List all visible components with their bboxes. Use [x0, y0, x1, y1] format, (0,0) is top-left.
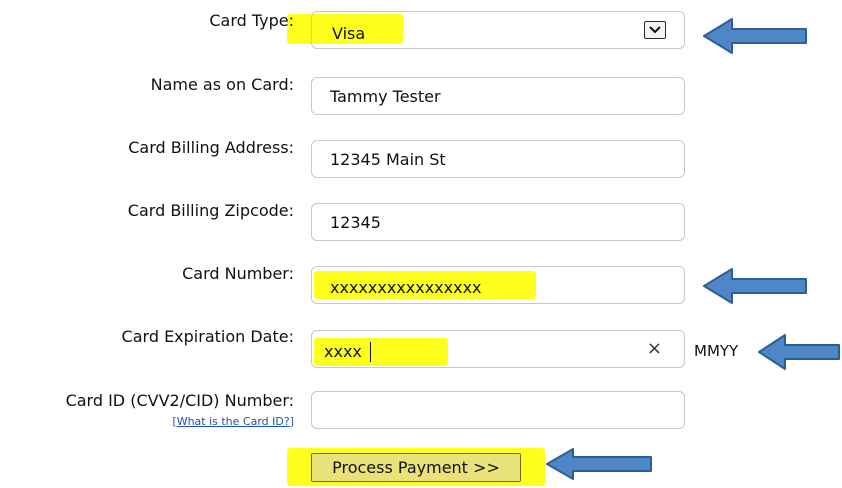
process-payment-button[interactable]: Process Payment >> — [311, 453, 521, 482]
expiration-date-label: Card Expiration Date: — [121, 327, 294, 346]
chevron-down-icon[interactable] — [644, 21, 666, 39]
expiration-date-value: xxxx — [324, 342, 362, 361]
card-id-help: [What is the Card ID?] — [172, 415, 294, 429]
card-type-label: Card Type: — [209, 11, 294, 30]
arrow-left-icon — [703, 18, 807, 54]
text-caret — [370, 342, 371, 362]
clear-icon[interactable]: × — [647, 339, 662, 359]
card-number-label: Card Number: — [182, 264, 294, 283]
expiration-date-input[interactable]: xxxx × — [311, 330, 685, 368]
arrow-left-icon — [703, 268, 807, 304]
arrow-left-icon — [546, 448, 652, 480]
billing-address-input[interactable]: 12345 Main St — [311, 140, 685, 178]
payment-form: Card Type: Visa Name as on Card: Tammy T… — [0, 0, 842, 488]
card-number-input[interactable]: xxxxxxxxxxxxxxxx — [311, 266, 685, 304]
name-on-card-label: Name as on Card: — [150, 75, 294, 94]
billing-zipcode-value: 12345 — [330, 213, 381, 232]
card-id-input[interactable] — [311, 391, 685, 429]
name-on-card-value: Tammy Tester — [330, 87, 441, 106]
card-id-label: Card ID (CVV2/CID) Number: — [65, 391, 294, 410]
help-bracket-close: ] — [289, 415, 294, 428]
card-number-value: xxxxxxxxxxxxxxxx — [330, 278, 482, 297]
name-on-card-input[interactable]: Tammy Tester — [311, 77, 685, 115]
what-is-card-id-link[interactable]: What is the Card ID? — [177, 415, 290, 428]
expiration-format-hint: MMYY — [694, 342, 739, 360]
billing-address-value: 12345 Main St — [330, 150, 446, 169]
billing-zipcode-input[interactable]: 12345 — [311, 203, 685, 241]
card-type-select[interactable]: Visa — [311, 11, 685, 49]
billing-address-label: Card Billing Address: — [128, 138, 294, 157]
arrow-left-icon — [758, 334, 840, 370]
card-type-value: Visa — [332, 24, 366, 43]
billing-zipcode-label: Card Billing Zipcode: — [127, 201, 294, 220]
